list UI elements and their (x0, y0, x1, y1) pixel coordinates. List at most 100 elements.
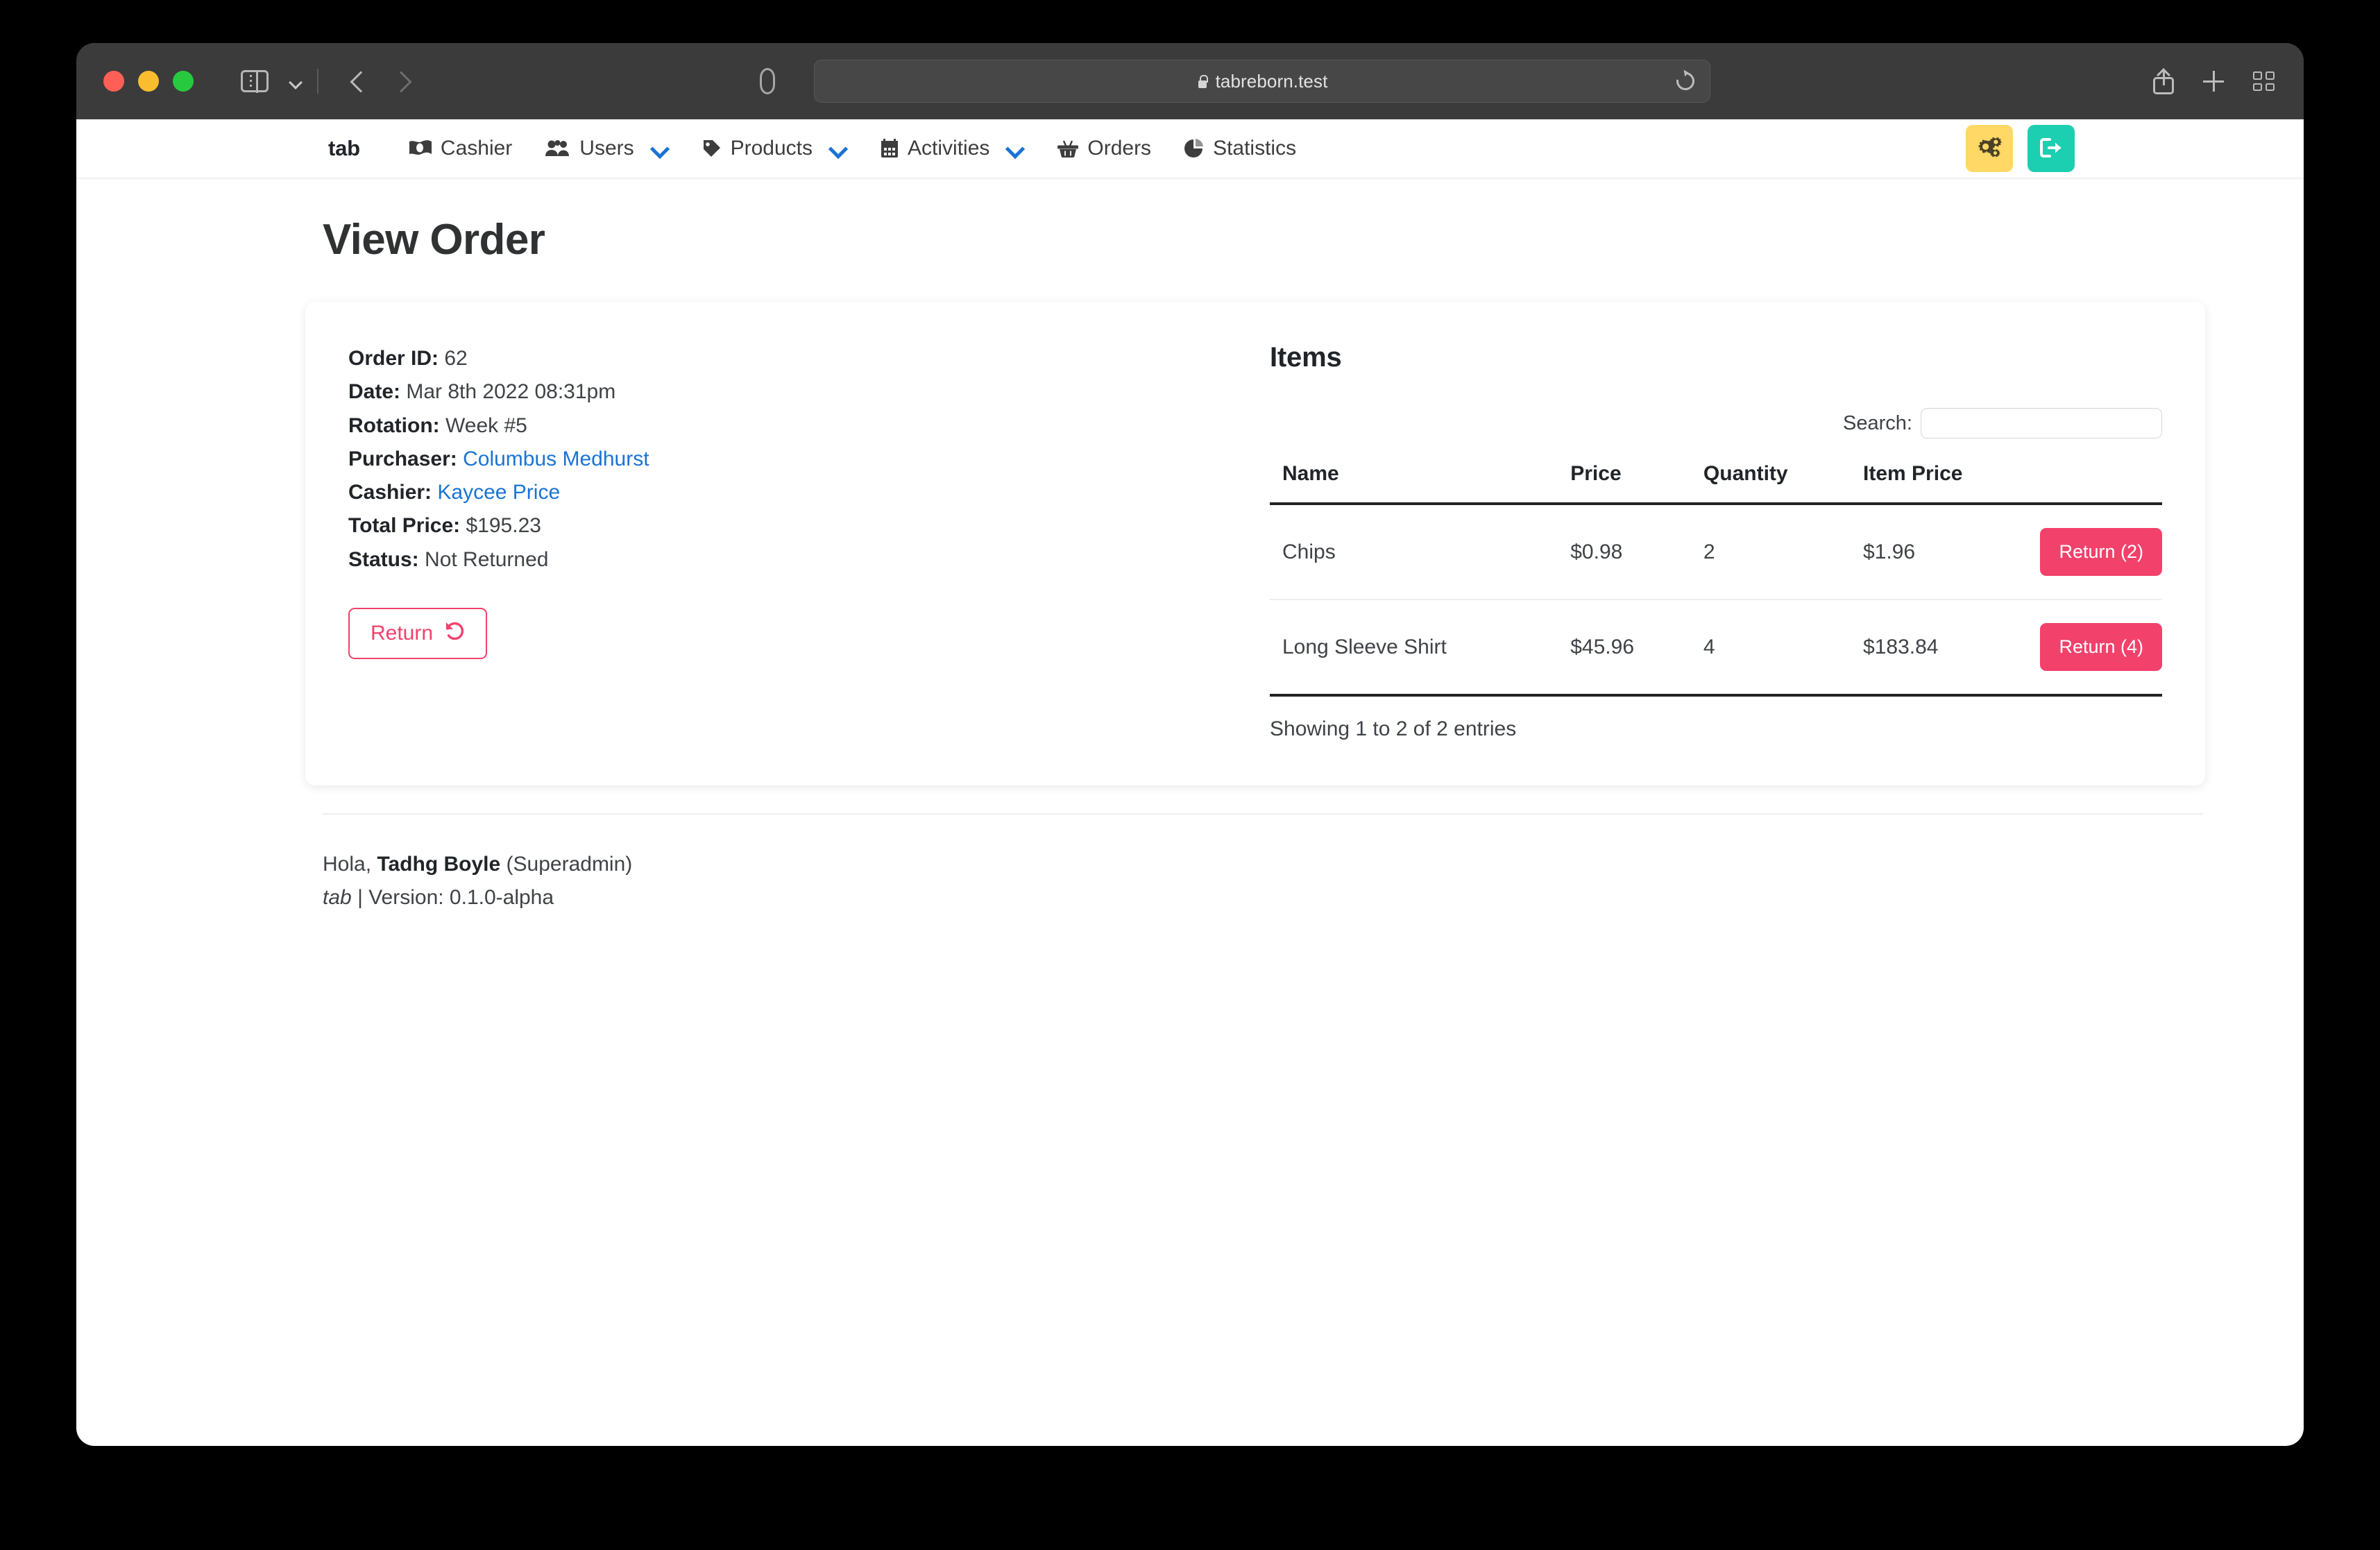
detail-label: Cashier: (348, 481, 432, 504)
items-table-head: Name Price Quantity Item Price (1270, 457, 2162, 504)
address-bar[interactable]: tabreborn.test (814, 60, 1710, 103)
detail-date: Date: Mar 8th 2022 08:31pm (348, 375, 1270, 409)
nav-label: Cashier (441, 137, 512, 160)
items-table-body: Chips $0.98 2 $1.96 Return (2) Long Slee… (1270, 504, 2162, 695)
nav-label: Users (579, 137, 634, 160)
purchaser-link[interactable]: Columbus Medhurst (463, 448, 649, 470)
toolbar-right-actions (2153, 68, 2275, 94)
footer-divider (323, 813, 2203, 815)
reload-icon[interactable] (1673, 69, 1698, 94)
footer-version: | Version: 0.1.0-alpha (357, 886, 554, 909)
table-header-row: Name Price Quantity Item Price (1270, 457, 2162, 504)
window-traffic-lights (103, 71, 194, 92)
footer-greeting-line: Hola, Tadhg Boyle (Superadmin) (323, 848, 2304, 881)
nav-item-cashier[interactable]: Cashier (393, 137, 529, 160)
cell-name: Long Sleeve Shirt (1270, 599, 1570, 695)
order-card: Order ID: 62 Date: Mar 8th 2022 08:31pm … (305, 302, 2205, 785)
cell-quantity: 2 (1703, 504, 1863, 599)
basket-icon (1057, 139, 1078, 157)
chevron-down-icon[interactable] (829, 144, 847, 153)
logout-button[interactable] (2028, 125, 2075, 172)
cell-actions: Return (4) (2040, 599, 2162, 695)
table-row: Long Sleeve Shirt $45.96 4 $183.84 Retur… (1270, 599, 2162, 695)
detail-value: Week #5 (445, 414, 527, 437)
nav-item-activities[interactable]: Activities (864, 137, 1041, 160)
return-item-button[interactable]: Return (2) (2040, 528, 2162, 576)
footer-role: (Superadmin) (507, 853, 633, 876)
footer-username: Tadhg Boyle (377, 853, 500, 876)
footer-version-line: tab | Version: 0.1.0-alpha (323, 881, 2304, 914)
nav-item-orders[interactable]: Orders (1041, 137, 1168, 160)
brand-logo[interactable]: tab (328, 136, 360, 161)
search-input[interactable] (1921, 408, 2162, 438)
nav-label: Orders (1087, 137, 1151, 160)
forward-arrow-icon[interactable] (395, 71, 407, 92)
nav-label: Statistics (1213, 137, 1296, 160)
cogs-icon (1976, 136, 2003, 162)
settings-button[interactable] (1966, 125, 2013, 172)
close-window-button[interactable] (103, 71, 124, 92)
detail-label: Status: (348, 548, 419, 571)
cell-item-price: $1.96 (1863, 504, 2040, 599)
nav-label: Products (731, 137, 813, 160)
status-value: Not Returned (425, 548, 548, 571)
navbar-items: Cashier Users Products (393, 137, 1313, 160)
detail-purchaser: Purchaser: Columbus Medhurst (348, 443, 1270, 476)
cell-item-price: $183.84 (1863, 599, 2040, 695)
return-item-button[interactable]: Return (4) (2040, 623, 2162, 671)
sign-out-icon (2039, 137, 2064, 161)
maximize-window-button[interactable] (173, 71, 194, 92)
toolbar-divider (317, 69, 318, 94)
return-order-label: Return (371, 622, 433, 645)
cell-quantity: 4 (1703, 599, 1863, 695)
nav-item-products[interactable]: Products (686, 137, 864, 160)
app-navbar: tab Cashier Users (76, 119, 2304, 179)
nav-item-statistics[interactable]: Statistics (1168, 137, 1313, 160)
detail-rotation: Rotation: Week #5 (348, 409, 1270, 443)
tag-icon (702, 139, 722, 158)
footer-app-name: tab (323, 886, 352, 909)
column-header-actions (2040, 457, 2162, 504)
items-search-row: Search: (1270, 408, 2162, 438)
nav-label: Activities (908, 137, 989, 160)
minimize-window-button[interactable] (138, 71, 159, 92)
chevron-down-icon[interactable] (1006, 144, 1024, 153)
share-icon[interactable] (2153, 68, 2174, 94)
navbar-actions (1966, 125, 2075, 172)
column-header-item-price[interactable]: Item Price (1863, 457, 2040, 504)
url-text: tabreborn.test (1216, 71, 1328, 92)
tab-overview-icon[interactable] (2253, 71, 2275, 91)
detail-value: Mar 8th 2022 08:31pm (406, 380, 615, 403)
privacy-shield-icon[interactable] (760, 68, 775, 94)
items-panel: Items Search: Name Price Quantity Item P… (1270, 342, 2205, 741)
calendar-icon (881, 139, 899, 158)
chevron-down-icon[interactable] (651, 144, 669, 153)
sidebar-toggle-button[interactable] (241, 70, 303, 92)
detail-status: Status: Not Returned (348, 543, 1270, 577)
cashier-link[interactable]: Kaycee Price (437, 481, 560, 504)
detail-label: Order ID: (348, 347, 439, 370)
detail-cashier: Cashier: Kaycee Price (348, 476, 1270, 509)
column-header-price[interactable]: Price (1570, 457, 1703, 504)
column-header-name[interactable]: Name (1270, 457, 1570, 504)
table-row: Chips $0.98 2 $1.96 Return (2) (1270, 504, 2162, 599)
sidebar-toggle-icon (241, 70, 269, 92)
back-arrow-icon[interactable] (352, 71, 364, 92)
detail-label: Total Price: (348, 514, 460, 537)
browser-navigation (352, 71, 407, 92)
cell-price: $0.98 (1570, 504, 1703, 599)
nav-item-users[interactable]: Users (529, 137, 685, 160)
items-table: Name Price Quantity Item Price Chips $0.… (1270, 457, 2162, 697)
browser-window: tabreborn.test tab Cashier (76, 43, 2304, 1446)
lock-icon (1197, 74, 1208, 88)
cell-price: $45.96 (1570, 599, 1703, 695)
return-order-button[interactable]: Return (348, 608, 487, 659)
pie-chart-icon (1184, 139, 1204, 158)
plus-icon[interactable] (2203, 71, 2224, 92)
column-header-quantity[interactable]: Quantity (1703, 457, 1863, 504)
detail-value: $195.23 (466, 514, 541, 537)
order-details-panel: Order ID: 62 Date: Mar 8th 2022 08:31pm … (305, 342, 1270, 741)
undo-icon (444, 620, 465, 647)
chevron-down-icon[interactable] (289, 78, 303, 85)
detail-total-price: Total Price: $195.23 (348, 509, 1270, 543)
